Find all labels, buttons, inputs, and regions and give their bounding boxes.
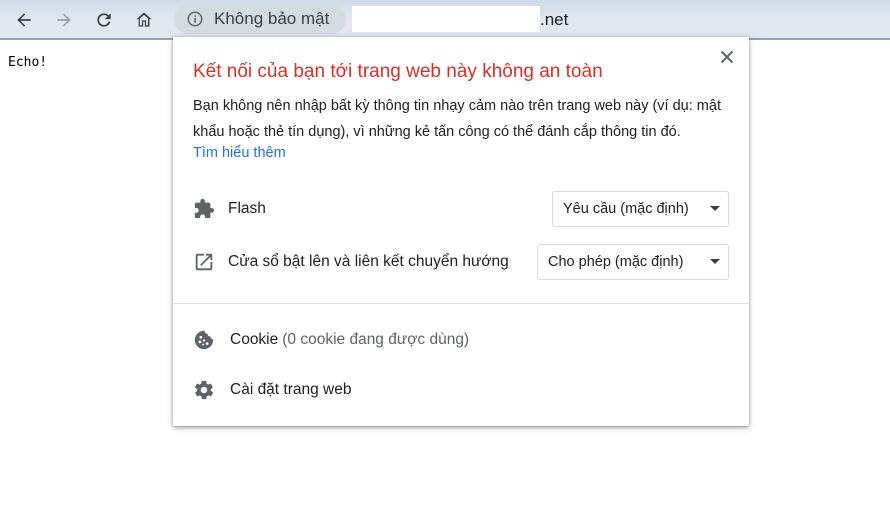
popup-title: Kết nối của bạn tới trang web này không … (193, 61, 603, 82)
url-suffix: .net (540, 10, 569, 29)
learn-more-link[interactable]: Tìm hiểu thêm (193, 145, 286, 161)
site-settings-label: Cài đặt trang web (230, 381, 352, 398)
home-icon (136, 12, 152, 27)
home-button[interactable] (130, 6, 158, 34)
chevron-down-icon (710, 206, 720, 211)
arrow-left-icon (17, 13, 31, 27)
cookie-label: Cookie (230, 331, 279, 348)
browser-toolbar: Không bảo mật .net (0, 0, 890, 40)
redacted-url-block (352, 6, 540, 32)
site-settings-row[interactable]: Cài đặt trang web (193, 375, 352, 405)
permission-row-flash: Flash (193, 191, 266, 227)
security-chip-label: Không bảo mật (214, 9, 330, 28)
close-icon (720, 50, 734, 64)
gear-icon (194, 380, 214, 400)
flash-permission-select[interactable]: Yêu cầu (mặc định) (552, 191, 729, 227)
cookie-row[interactable]: Cookie (0 cookie đang được dùng) (193, 325, 469, 355)
permission-row-popups: Cửa sổ bật lên và liên kết chuyển hướng (193, 244, 509, 280)
page-body-text: Echo! (8, 55, 48, 70)
popups-permission-value: Cho phép (mặc định) (548, 254, 684, 270)
permission-label-popups: Cửa sổ bật lên và liên kết chuyển hướng (228, 253, 509, 270)
puzzle-icon (194, 198, 215, 219)
cookie-count: (0 cookie đang được dùng) (282, 331, 470, 348)
open-in-new-icon (195, 253, 213, 271)
site-info-popup: Kết nối của bạn tới trang web này không … (173, 37, 749, 426)
cookie-icon (194, 330, 214, 350)
address-bar[interactable]: Không bảo mật .net (174, 4, 890, 34)
close-button[interactable] (717, 47, 737, 67)
info-icon (187, 11, 203, 27)
popups-permission-select[interactable]: Cho phép (mặc định) (537, 244, 729, 280)
security-chip[interactable]: Không bảo mật (174, 4, 346, 34)
popup-description: Bạn không nên nhập bất kỳ thông tin nhạy… (193, 98, 721, 140)
arrow-right-icon (57, 13, 71, 27)
divider (173, 303, 749, 304)
chevron-down-icon (710, 259, 720, 264)
reload-button[interactable] (90, 6, 118, 34)
reload-icon (97, 13, 111, 27)
back-button[interactable] (10, 6, 38, 34)
permission-label-flash: Flash (228, 200, 266, 217)
flash-permission-value: Yêu cầu (mặc định) (563, 201, 689, 217)
forward-button[interactable] (50, 6, 78, 34)
